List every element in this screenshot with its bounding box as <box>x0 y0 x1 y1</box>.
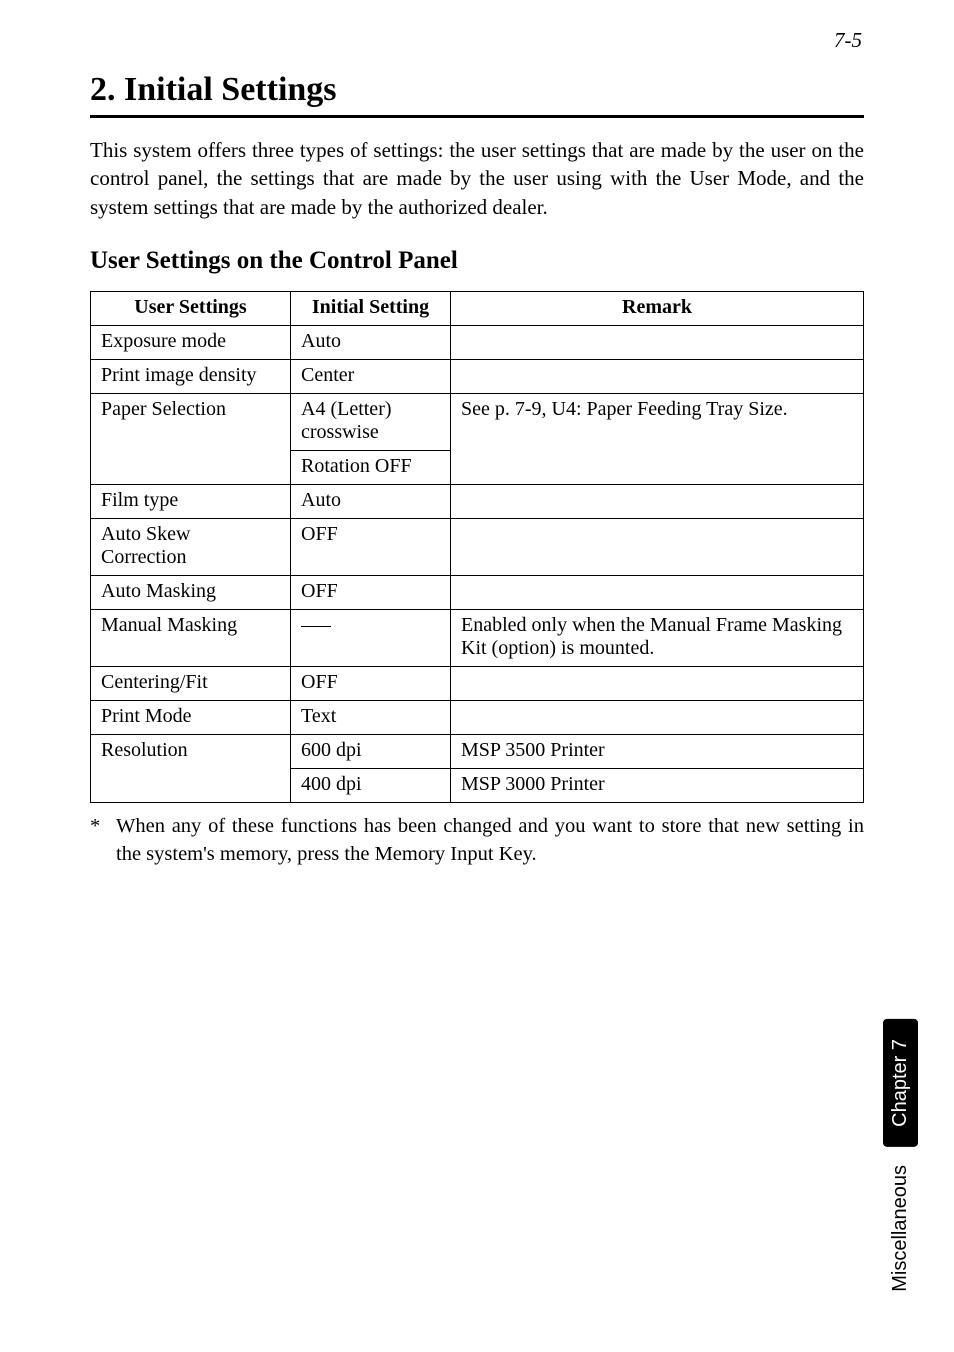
side-tabs: Chapter 7 Miscellaneous <box>883 1019 918 1292</box>
table-row: Exposure mode Auto <box>91 326 864 360</box>
cell: See p. 7-9, U4: Paper Feeding Tray Size. <box>451 394 864 485</box>
cell: Auto Masking <box>91 576 291 610</box>
cell: OFF <box>291 519 451 576</box>
cell <box>291 610 451 667</box>
section-tab: Miscellaneous <box>889 1165 912 1292</box>
page-number: 7-5 <box>90 28 864 53</box>
cell: Exposure mode <box>91 326 291 360</box>
table-row: Paper Selection A4 (Letter) crosswise Se… <box>91 394 864 451</box>
cell <box>451 326 864 360</box>
cell <box>451 701 864 735</box>
table-header-row: User Settings Initial Setting Remark <box>91 292 864 326</box>
footnote: * When any of these functions has been c… <box>90 813 864 868</box>
cell: Enabled only when the Manual Frame Maski… <box>451 610 864 667</box>
cell <box>451 519 864 576</box>
table-row: Manual Masking Enabled only when the Man… <box>91 610 864 667</box>
cell: Auto <box>291 485 451 519</box>
cell: Print Mode <box>91 701 291 735</box>
cell <box>451 360 864 394</box>
cell: 400 dpi <box>291 769 451 803</box>
th-remark: Remark <box>451 292 864 326</box>
table-row: Auto Masking OFF <box>91 576 864 610</box>
cell: Center <box>291 360 451 394</box>
chapter-tab: Chapter 7 <box>883 1019 918 1147</box>
table-row: Print Mode Text <box>91 701 864 735</box>
cell: Manual Masking <box>91 610 291 667</box>
footnote-mark: * <box>90 813 116 868</box>
cell: 600 dpi <box>291 735 451 769</box>
cell <box>451 485 864 519</box>
cell <box>451 667 864 701</box>
cell: OFF <box>291 576 451 610</box>
cell: Resolution <box>91 735 291 803</box>
footnote-text: When any of these functions has been cha… <box>116 813 864 868</box>
cell: MSP 3000 Printer <box>451 769 864 803</box>
table-row: Print image density Center <box>91 360 864 394</box>
dash-icon <box>301 626 331 628</box>
th-user-settings: User Settings <box>91 292 291 326</box>
cell: OFF <box>291 667 451 701</box>
subheading: User Settings on the Control Panel <box>90 247 864 275</box>
cell: Text <box>291 701 451 735</box>
cell: Paper Selection <box>91 394 291 485</box>
cell: Auto Skew Correction <box>91 519 291 576</box>
table-row: Film type Auto <box>91 485 864 519</box>
intro-paragraph: This system offers three types of settin… <box>90 136 864 221</box>
cell: Rotation OFF <box>291 451 451 485</box>
table-row: Centering/Fit OFF <box>91 667 864 701</box>
th-initial-setting: Initial Setting <box>291 292 451 326</box>
cell: A4 (Letter) crosswise <box>291 394 451 451</box>
settings-table: User Settings Initial Setting Remark Exp… <box>90 291 864 803</box>
table-row: Resolution 600 dpi MSP 3500 Printer <box>91 735 864 769</box>
cell: Film type <box>91 485 291 519</box>
section-title: 2. Initial Settings <box>90 71 864 118</box>
cell: Auto <box>291 326 451 360</box>
cell: Centering/Fit <box>91 667 291 701</box>
table-row: Auto Skew Correction OFF <box>91 519 864 576</box>
cell <box>451 576 864 610</box>
cell: Print image density <box>91 360 291 394</box>
cell: MSP 3500 Printer <box>451 735 864 769</box>
